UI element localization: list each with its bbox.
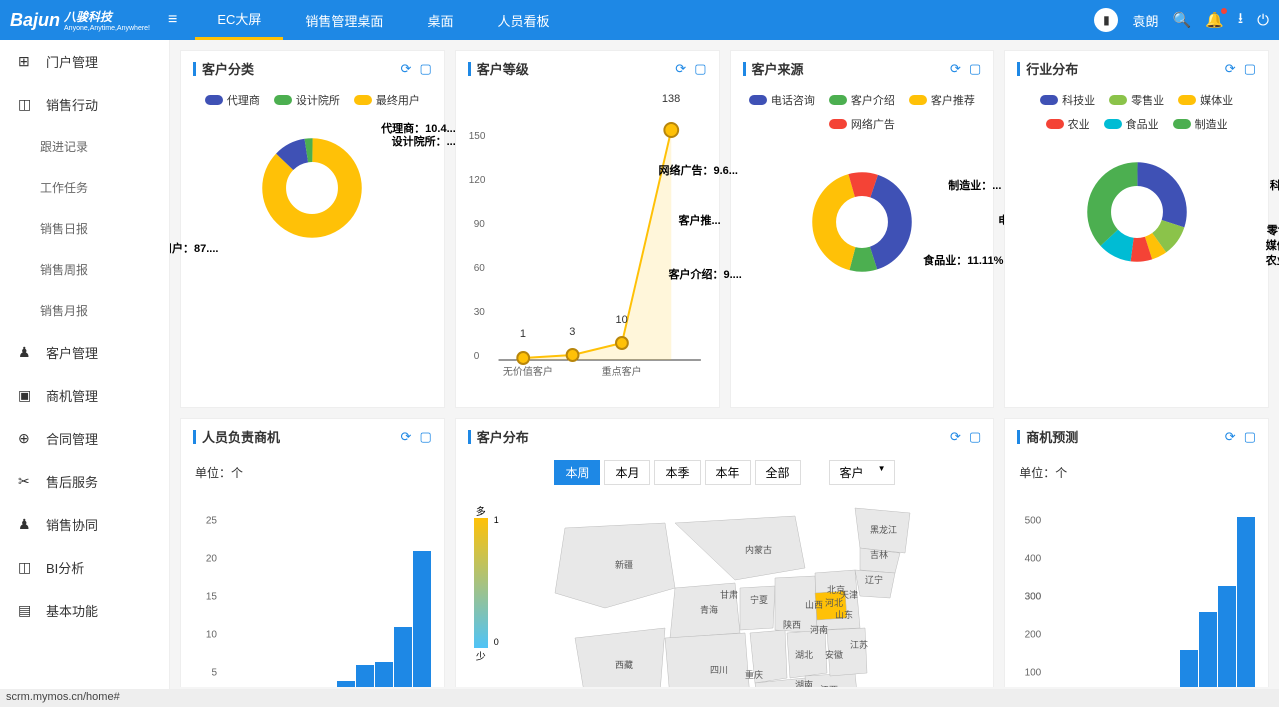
nav-collab[interactable]: ♟销售协同 — [0, 503, 169, 546]
logo-cn: 八骏科技 — [64, 8, 150, 25]
svg-text:宁夏: 宁夏 — [750, 594, 768, 605]
sidebar: ⊞门户管理 ◫销售行动 跟进记录 工作任务 销售日报 销售周报 销售月报 ♟客户… — [0, 40, 170, 707]
refresh-icon[interactable]: ⟳ — [1225, 61, 1236, 77]
refresh-icon[interactable]: ⟳ — [950, 429, 961, 445]
svg-text:湖北: 湖北 — [795, 650, 813, 660]
svg-text:安徽: 安徽 — [825, 649, 843, 660]
menu-toggle-icon[interactable]: ≡ — [168, 11, 177, 29]
seg-all[interactable]: 全部 — [755, 460, 801, 485]
legend: 代理商 设计院所 最终用户 — [189, 92, 436, 108]
bar — [1180, 650, 1198, 687]
refresh-icon[interactable]: ⟳ — [401, 61, 412, 77]
nav-tasks[interactable]: 工作任务 — [0, 167, 169, 208]
nav-portal[interactable]: ⊞门户管理 — [0, 40, 169, 83]
status-bar: scrm.mymos.cn/home# — [0, 689, 1279, 707]
line-chart: 0 30 60 90 120 150 无价值客户 重点客户 1 3 10 138 — [464, 100, 711, 380]
map-select[interactable]: 客户 — [829, 460, 895, 485]
expand-icon[interactable]: ▢ — [694, 61, 706, 77]
notification-icon[interactable]: 🔔 — [1205, 11, 1224, 29]
tab-people[interactable]: 人员看板 — [475, 0, 571, 40]
svg-text:吉林: 吉林 — [870, 549, 888, 560]
svg-text:陕西: 陕西 — [783, 619, 801, 630]
seg-week[interactable]: 本周 — [554, 460, 600, 485]
expand-icon[interactable]: ▢ — [969, 61, 981, 77]
expand-icon[interactable]: ▢ — [419, 429, 431, 445]
bar — [1237, 517, 1255, 687]
tab-ec[interactable]: EC大屏 — [195, 0, 283, 40]
card-customer-type: 客户分类 ⟳ ▢ 代理商 设计院所 最终用户 代理商：10.4... 设计院所：… — [180, 50, 445, 408]
refresh-icon[interactable]: ⟳ — [1225, 429, 1236, 445]
svg-text:青海: 青海 — [700, 604, 718, 615]
svg-text:河南: 河南 — [810, 624, 828, 635]
nav-customer[interactable]: ♟客户管理 — [0, 331, 169, 374]
expand-icon[interactable]: ▢ — [419, 61, 431, 77]
svg-text:江苏: 江苏 — [850, 639, 868, 650]
logo-text: Bajun — [10, 10, 60, 31]
download-icon[interactable]: ⭳ — [1238, 8, 1243, 33]
refresh-icon[interactable]: ⟳ — [401, 429, 412, 445]
tab-desktop[interactable]: 桌面 — [405, 0, 475, 40]
bar — [394, 627, 412, 687]
nav-basic[interactable]: ▤基本功能 — [0, 589, 169, 632]
card-customer-map: 客户分布 ⟳ ▢ 本周 本月 本季 本年 全部 客户 多 少 1 0 — [455, 418, 995, 687]
expand-icon[interactable]: ▢ — [969, 429, 981, 445]
logo-tag: Anyone,Anytime,Anywhere! — [64, 25, 150, 32]
nav-followup[interactable]: 跟进记录 — [0, 126, 169, 167]
svg-text:山东: 山东 — [835, 609, 853, 620]
card-forecast: 商机预测 ⟳ ▢ 单位：个 0100200300400500300 成才伍六一史… — [1004, 418, 1269, 687]
bar — [1199, 612, 1217, 687]
bar-chart: 0510152025 成才伍六一小艺小度小爱马小帅史今张三甘小宁袁朗许三多 — [189, 491, 436, 687]
user-name[interactable]: 袁朗 — [1132, 11, 1158, 30]
svg-text:甘肃: 甘肃 — [720, 589, 738, 600]
bar — [413, 551, 431, 687]
dashboard-grid: 客户分类 ⟳ ▢ 代理商 设计院所 最终用户 代理商：10.4... 设计院所：… — [170, 40, 1279, 687]
card-customer-level: 客户等级 ⟳ ▢ 0 30 60 90 120 150 — [455, 50, 720, 408]
bar — [1218, 586, 1236, 687]
nav-daily[interactable]: 销售日报 — [0, 208, 169, 249]
logo: Bajun 八骏科技 Anyone,Anytime,Anywhere! — [10, 8, 150, 32]
bar — [356, 665, 374, 687]
bar-chart: 0100200300400500300 成才伍六一史今小艺马小帅小爱张三许三多袁… — [1013, 491, 1260, 687]
search-icon[interactable]: 🔍 — [1172, 11, 1191, 29]
svg-text:内蒙古: 内蒙古 — [745, 544, 772, 555]
expand-icon[interactable]: ▢ — [1244, 429, 1256, 445]
nav-aftersale[interactable]: ✂售后服务 — [0, 460, 169, 503]
svg-text:新疆: 新疆 — [615, 559, 633, 570]
nav-bi[interactable]: ◫BI分析 — [0, 546, 169, 589]
svg-text:四川: 四川 — [710, 665, 728, 675]
svg-text:西藏: 西藏 — [615, 659, 633, 670]
svg-text:山西: 山西 — [805, 600, 823, 610]
card-owner-opportunity: 人员负责商机 ⟳ ▢ 单位：个 0510152025 成才伍六一小艺小度小爱马小… — [180, 418, 445, 687]
expand-icon[interactable]: ▢ — [1244, 61, 1256, 77]
bar — [337, 681, 355, 687]
svg-text:辽宁: 辽宁 — [865, 574, 883, 585]
refresh-icon[interactable]: ⟳ — [675, 61, 686, 77]
tab-sales-desktop[interactable]: 销售管理桌面 — [283, 0, 405, 40]
seg-year[interactable]: 本年 — [705, 460, 751, 485]
svg-text:湖南: 湖南 — [795, 679, 813, 687]
bar — [375, 662, 393, 687]
app-header: Bajun 八骏科技 Anyone,Anytime,Anywhere! ≡ EC… — [0, 0, 1279, 40]
seg-month[interactable]: 本月 — [604, 460, 650, 485]
nav-monthly[interactable]: 销售月报 — [0, 290, 169, 331]
nav-opportunity[interactable]: ▣商机管理 — [0, 374, 169, 417]
seg-quarter[interactable]: 本季 — [654, 460, 700, 485]
svg-text:重庆: 重庆 — [745, 669, 763, 680]
svg-text:江西: 江西 — [820, 685, 838, 687]
refresh-icon[interactable]: ⟳ — [950, 61, 961, 77]
nav-sales-action[interactable]: ◫销售行动 — [0, 83, 169, 126]
avatar[interactable]: ▮ — [1094, 8, 1118, 32]
header-right: ▮ 袁朗 🔍 🔔 ⭳ ⏻ — [1094, 8, 1269, 33]
card-industry: 行业分布 ⟳ ▢ 科技业 零售业 媒体业 农业 食品业 制造业 — [1004, 50, 1269, 408]
china-map[interactable]: 多 少 1 0 — [464, 493, 986, 687]
nav-contract[interactable]: ⊕合同管理 — [0, 417, 169, 460]
header-tabs: EC大屏 销售管理桌面 桌面 人员看板 — [195, 0, 571, 40]
svg-text:河北: 河北 — [825, 597, 843, 608]
svg-text:黑龙江: 黑龙江 — [870, 524, 897, 535]
nav-weekly[interactable]: 销售周报 — [0, 249, 169, 290]
card-customer-source: 客户来源 ⟳ ▢ 电话咨询 客户介绍 客户推荐 网络广告 电话咨... — [730, 50, 995, 408]
power-icon[interactable]: ⏻ — [1257, 12, 1269, 29]
